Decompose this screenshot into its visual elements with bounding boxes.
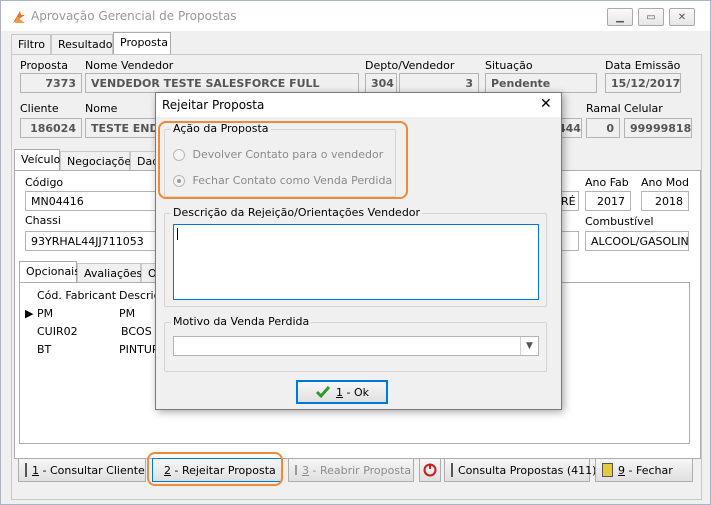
codigo-field[interactable]: MN04416 xyxy=(25,191,165,211)
chevron-down-icon[interactable]: ▼ xyxy=(520,337,538,355)
app-logo-icon xyxy=(13,11,25,23)
cliente-label: Cliente xyxy=(20,102,59,115)
tab-filtro[interactable]: Filtro xyxy=(11,34,51,54)
client-icon xyxy=(25,463,27,477)
combustivel-label: Combustível xyxy=(585,215,654,228)
depto-label: Depto/Vendedor xyxy=(365,59,455,72)
minimize-icon: ▁ xyxy=(616,11,624,23)
window-title: Aprovação Gerencial de Propostas xyxy=(31,9,237,23)
exit-door-icon xyxy=(602,463,613,477)
consultar-cliente-button[interactable]: 1 - Consultar Cliente xyxy=(18,458,146,482)
descricao-textarea[interactable] xyxy=(173,224,539,300)
situacao-field: Pendente xyxy=(485,73,597,93)
dialog-title: Rejeitar Proposta xyxy=(162,98,265,112)
dialog-body: Ação da Proposta Devolver Contato para o… xyxy=(156,117,561,409)
ano-fab-label: Ano Fab xyxy=(585,176,629,189)
text-cursor xyxy=(177,228,178,240)
cliente-field: 186024 xyxy=(20,118,82,138)
tab-proposta[interactable]: Proposta xyxy=(113,32,171,54)
minimize-button[interactable]: ▁ xyxy=(607,8,633,26)
reject-button-highlight xyxy=(147,452,283,486)
proposta-field: 7373 xyxy=(20,73,82,93)
grid-header-codigo: Cód. Fabricante xyxy=(37,289,116,302)
descricao-label: Descrição da Rejeição/Orientações Vended… xyxy=(171,206,423,219)
rejeitar-proposta-dialog: Rejeitar Proposta ✕ Ação da Proposta Dev… xyxy=(155,92,562,410)
data-emissao-field: 15/12/2017 xyxy=(605,73,681,93)
descricao-group: Descrição da Rejeição/Orientações Vended… xyxy=(164,206,547,307)
combustivel-field[interactable]: ALCOOL/GASOLINA xyxy=(585,231,689,251)
table-row[interactable]: CUIR02 BCOS R xyxy=(20,323,160,341)
tab-opcionais[interactable]: Opcionais xyxy=(19,261,80,283)
ramal-field: 0 xyxy=(586,118,620,138)
proposta-label: Proposta xyxy=(20,59,68,72)
chassi-field[interactable]: 93YRHAL44JJ711053 xyxy=(25,231,165,251)
consulta-propostas-button[interactable]: Consulta Propostas (411) xyxy=(444,458,596,482)
reabrir-proposta-button[interactable]: 3 - Reabrir Proposta xyxy=(288,458,414,482)
grid-header-descricao: Descriç xyxy=(119,289,160,302)
folder-icon xyxy=(295,465,297,475)
checkmark-icon xyxy=(315,386,331,399)
ano-mod-field[interactable]: 2018 xyxy=(641,191,689,211)
vendedor-field: VENDEDOR TESTE SALESFORCE FULL xyxy=(85,73,359,93)
table-row[interactable]: BT PINTUR xyxy=(20,341,160,359)
celular-label: Celular xyxy=(624,102,663,115)
table-row[interactable]: ▶ PM PM xyxy=(20,305,160,323)
ano-fab-field[interactable]: 2017 xyxy=(585,191,631,211)
nome-label: Nome xyxy=(85,102,118,115)
dialog-close-icon[interactable]: ✕ xyxy=(540,96,552,112)
depto-field: 304 xyxy=(365,73,397,93)
grid-header: Cód. Fabricante Descriç xyxy=(20,287,160,305)
fechar-button[interactable]: 9 - Fechar xyxy=(595,458,693,482)
ok-button[interactable]: 1 - Ok xyxy=(296,380,388,404)
tab-avaliacoes[interactable]: Avaliações xyxy=(77,263,142,283)
tab-negociacoes[interactable]: Negociações xyxy=(60,151,137,171)
ramal-label: Ramal xyxy=(586,102,621,115)
close-button[interactable]: ✕ xyxy=(669,8,695,26)
close-icon: ✕ xyxy=(677,11,687,23)
codigo-label: Código xyxy=(25,176,64,189)
vendedor-label: Nome Vendedor xyxy=(85,59,174,72)
celular-field: 999998181 xyxy=(624,118,692,138)
tab-resultado[interactable]: Resultado xyxy=(51,34,113,54)
refresh-button[interactable] xyxy=(419,458,441,482)
refresh-icon xyxy=(423,463,437,477)
maximize-icon: ▭ xyxy=(646,11,656,23)
motivo-select[interactable]: ▼ xyxy=(173,336,539,356)
maximize-button[interactable]: ▭ xyxy=(638,8,664,26)
acao-highlight xyxy=(158,121,408,199)
ano-mod-label: Ano Mod xyxy=(641,176,689,189)
tab-veiculo[interactable]: Veículo xyxy=(14,149,60,171)
motivo-group: Motivo da Venda Perdida ▼ xyxy=(164,315,547,372)
motivo-label: Motivo da Venda Perdida xyxy=(171,315,312,328)
data-emissao-label: Data Emissão xyxy=(605,59,681,72)
chassi-label: Chassi xyxy=(25,214,61,227)
row-pointer-icon: ▶ xyxy=(25,307,34,320)
vendedor-code-field: 3 xyxy=(399,73,479,93)
document-search-icon xyxy=(451,463,453,477)
situacao-label: Situação xyxy=(485,59,533,72)
title-bar: Aprovação Gerencial de Propostas ▁ ▭ ✕ xyxy=(1,1,710,31)
